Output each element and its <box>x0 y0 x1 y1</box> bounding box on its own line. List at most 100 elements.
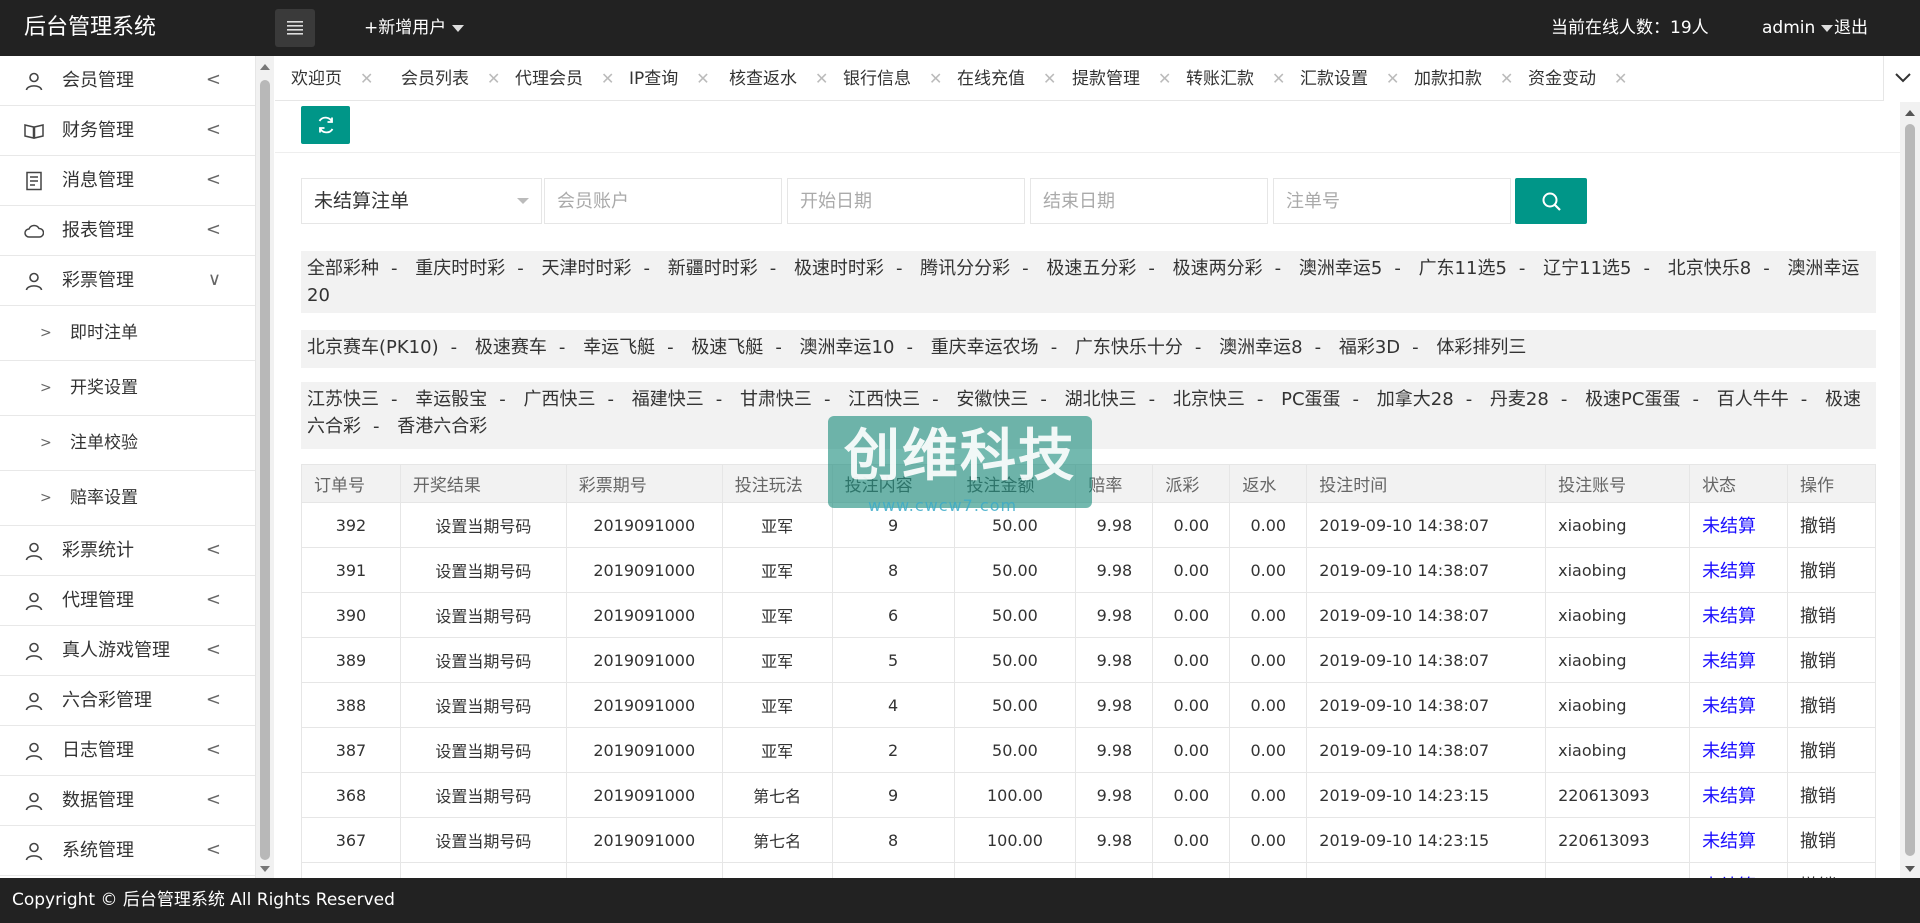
game-link[interactable]: 极速两分彩 <box>1173 258 1263 279</box>
scrollbar-thumb[interactable] <box>1905 124 1915 856</box>
game-link[interactable]: 极速PC蛋蛋 <box>1585 389 1680 410</box>
game-link[interactable]: 北京快乐8 <box>1668 258 1751 279</box>
game-link[interactable]: 百人牛牛 <box>1717 389 1789 410</box>
tab[interactable]: 核查返水 ✕ <box>729 56 828 100</box>
game-link[interactable]: 北京赛车(PK10) <box>307 337 439 358</box>
game-link[interactable]: 北京快三 <box>1173 389 1245 410</box>
sidebar-item[interactable]: 六合彩管理 < <box>0 676 255 726</box>
sidebar-item[interactable]: 彩票统计 < <box>0 526 255 576</box>
tab[interactable]: 会员列表 ✕ <box>401 56 500 100</box>
search-button[interactable] <box>1515 178 1587 224</box>
sidebar-item[interactable]: 日志管理 < <box>0 726 255 776</box>
game-link[interactable]: 甘肃快三 <box>740 389 812 410</box>
cancel-bet-link[interactable]: 撤销 <box>1800 516 1836 537</box>
game-link[interactable]: 江西快三 <box>848 389 920 410</box>
game-link[interactable]: PC蛋蛋 <box>1281 389 1340 410</box>
game-link[interactable]: 丹麦28 <box>1490 389 1549 410</box>
tab[interactable]: 欢迎页 ✕ <box>291 56 373 100</box>
game-link[interactable]: 澳洲幸运10 <box>800 337 895 358</box>
game-link[interactable]: 香港六合彩 <box>397 416 487 437</box>
sidebar-subitem[interactable]: > 赔率设置 <box>0 471 255 526</box>
content-scrollbar[interactable] <box>1900 102 1920 878</box>
game-link[interactable]: 广东快乐十分 <box>1075 337 1183 358</box>
sidebar-item[interactable]: 彩票管理 ∨ <box>0 256 255 306</box>
sidebar-item[interactable]: 真人游戏管理 < <box>0 626 255 676</box>
game-link[interactable]: 重庆幸运农场 <box>931 337 1039 358</box>
sidebar-item[interactable]: 财务管理 < <box>0 106 255 156</box>
status-link[interactable]: 未结算 <box>1702 561 1756 582</box>
status-select[interactable]: 未结算注单 <box>301 178 542 224</box>
tab[interactable]: 提款管理 ✕ <box>1072 56 1171 100</box>
game-link[interactable]: 安徽快三 <box>956 389 1028 410</box>
scroll-up-arrow-icon[interactable] <box>1905 110 1915 116</box>
sidebar-scrollbar[interactable] <box>256 56 274 878</box>
sidebar-subitem[interactable]: > 即时注单 <box>0 306 255 361</box>
game-link[interactable]: 幸运骰宝 <box>415 389 487 410</box>
game-link[interactable]: 极速时时彩 <box>794 258 884 279</box>
member-account-input[interactable] <box>544 178 782 224</box>
sidebar-item[interactable]: 代理管理 < <box>0 576 255 626</box>
scrollbar-thumb[interactable] <box>260 80 270 860</box>
close-icon[interactable]: ✕ <box>929 69 942 88</box>
close-icon[interactable]: ✕ <box>487 69 500 88</box>
close-icon[interactable]: ✕ <box>1500 69 1513 88</box>
close-icon[interactable]: ✕ <box>601 69 614 88</box>
close-icon[interactable]: ✕ <box>815 69 828 88</box>
close-icon[interactable]: ✕ <box>1386 69 1399 88</box>
game-link[interactable]: 湖北快三 <box>1065 389 1137 410</box>
tab[interactable]: 加款扣款 ✕ <box>1414 56 1513 100</box>
game-link[interactable]: 极速赛车 <box>475 337 547 358</box>
scroll-up-arrow-icon[interactable] <box>260 64 270 70</box>
scroll-down-arrow-icon[interactable] <box>260 866 270 872</box>
close-icon[interactable]: ✕ <box>696 69 709 88</box>
tab[interactable]: 银行信息 ✕ <box>843 56 942 100</box>
status-link[interactable]: 未结算 <box>1702 696 1756 717</box>
order-number-input[interactable] <box>1273 178 1511 224</box>
cancel-bet-link[interactable]: 撤销 <box>1800 741 1836 762</box>
end-date-input[interactable] <box>1030 178 1268 224</box>
status-link[interactable]: 未结算 <box>1702 831 1756 852</box>
game-link[interactable]: 重庆时时彩 <box>415 258 505 279</box>
tab[interactable]: IP查询 ✕ <box>629 56 710 100</box>
sidebar-item[interactable]: 系统管理 < <box>0 826 255 876</box>
refresh-button[interactable] <box>301 106 350 144</box>
game-link[interactable]: 新疆时时彩 <box>668 258 758 279</box>
close-icon[interactable]: ✕ <box>1614 69 1627 88</box>
status-link[interactable]: 未结算 <box>1702 651 1756 672</box>
tab-more-button[interactable] <box>1883 56 1920 101</box>
cancel-bet-link[interactable]: 撤销 <box>1800 561 1836 582</box>
game-link[interactable]: 澳洲幸运8 <box>1219 337 1302 358</box>
game-link[interactable]: 极速飞艇 <box>691 337 763 358</box>
close-icon[interactable]: ✕ <box>360 69 373 88</box>
game-link[interactable]: 澳洲幸运5 <box>1299 258 1382 279</box>
scroll-down-arrow-icon[interactable] <box>1905 866 1915 872</box>
game-link[interactable]: 体彩排列三 <box>1436 337 1526 358</box>
sidebar-subitem[interactable]: > 开奖设置 <box>0 361 255 416</box>
game-link[interactable]: 幸运飞艇 <box>583 337 655 358</box>
game-link[interactable]: 福彩3D <box>1339 337 1400 358</box>
menu-toggle-button[interactable] <box>275 9 315 47</box>
sidebar-subitem[interactable]: > 注单校验 <box>0 416 255 471</box>
admin-menu[interactable]: admin <box>1762 0 1834 56</box>
game-link[interactable]: 腾讯分分彩 <box>920 258 1010 279</box>
cancel-bet-link[interactable]: 撤销 <box>1800 696 1836 717</box>
status-link[interactable]: 未结算 <box>1702 606 1756 627</box>
game-link[interactable]: 福建快三 <box>632 389 704 410</box>
tab[interactable]: 在线充值 ✕ <box>957 56 1056 100</box>
add-user-button[interactable]: +新增用户 <box>364 0 465 56</box>
logout-link[interactable]: 退出 <box>1834 0 1868 56</box>
cancel-bet-link[interactable]: 撤销 <box>1800 606 1836 627</box>
close-icon[interactable]: ✕ <box>1158 69 1171 88</box>
tab[interactable]: 资金变动 ✕ <box>1528 56 1627 100</box>
game-link[interactable]: 辽宁11选5 <box>1543 258 1631 279</box>
status-link[interactable]: 未结算 <box>1702 741 1756 762</box>
sidebar-item[interactable]: 消息管理 < <box>0 156 255 206</box>
cancel-bet-link[interactable]: 撤销 <box>1800 831 1836 852</box>
close-icon[interactable]: ✕ <box>1043 69 1056 88</box>
tab[interactable]: 转账汇款 ✕ <box>1186 56 1285 100</box>
game-link[interactable]: 极速五分彩 <box>1046 258 1136 279</box>
sidebar-item[interactable]: 报表管理 < <box>0 206 255 256</box>
game-link[interactable]: 全部彩种 <box>307 258 379 279</box>
tab[interactable]: 代理会员 ✕ <box>515 56 614 100</box>
cancel-bet-link[interactable]: 撤销 <box>1800 651 1836 672</box>
